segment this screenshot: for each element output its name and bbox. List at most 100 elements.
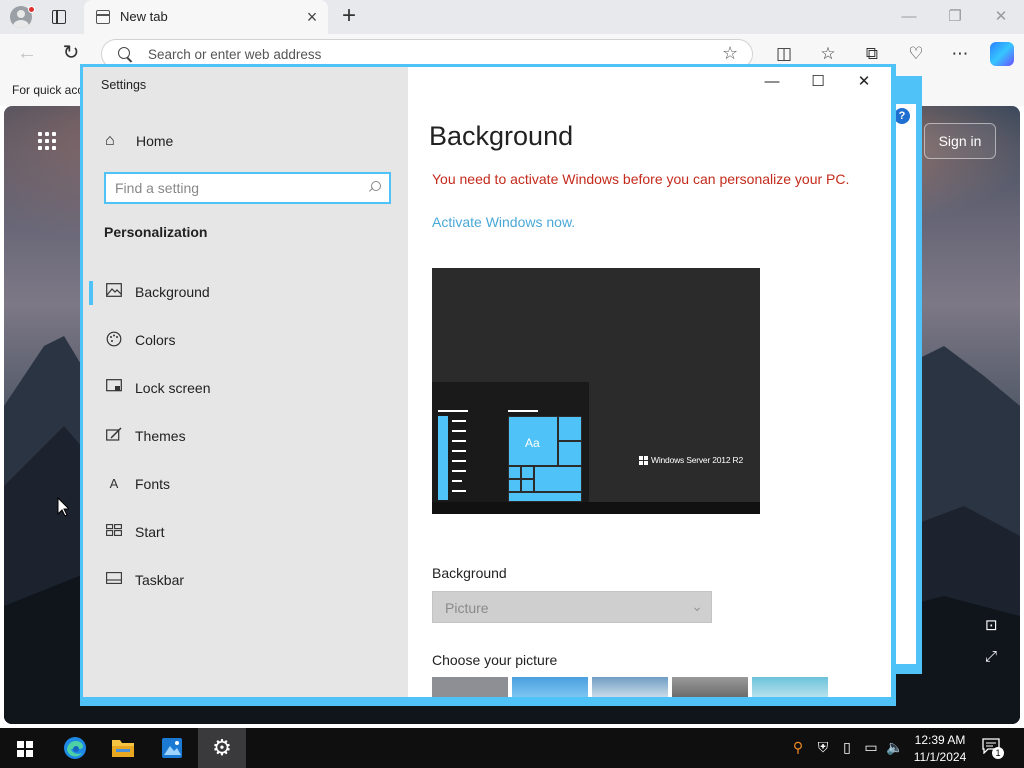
start-button[interactable]: [0, 728, 48, 768]
profile-notification-dot: [28, 6, 35, 13]
chevron-down-icon: ⌄: [691, 598, 703, 614]
dropdown-value: Picture: [445, 600, 489, 616]
nav-item-label: Themes: [135, 428, 186, 444]
address-input[interactable]: [148, 45, 688, 63]
apps-launcher-icon[interactable]: [38, 132, 58, 152]
collections-icon[interactable]: ⧉: [860, 42, 884, 66]
network-icon[interactable]: ▭: [862, 738, 880, 756]
clock-date[interactable]: 11/1/2024: [910, 750, 970, 764]
new-tab-page-icon: [96, 10, 110, 24]
picture-thumbnail[interactable]: [432, 677, 508, 697]
nav-item-colors[interactable]: Colors: [83, 321, 408, 361]
settings-minimize-icon[interactable]: —: [757, 71, 787, 93]
help-icon[interactable]: ?: [894, 108, 910, 124]
settings-content-pane: — ☐ ✕ Background You need to activate Wi…: [408, 67, 891, 697]
settings-window: Settings ⌂ Home Personalization Backgrou…: [80, 64, 896, 706]
favorites-icon[interactable]: ☆: [816, 42, 840, 66]
picture-thumbnail[interactable]: [752, 677, 828, 697]
notifications-button[interactable]: 1: [982, 738, 1004, 759]
browser-minimize-icon[interactable]: —: [898, 6, 920, 28]
taskbar-icon: [105, 571, 123, 589]
nav-item-label: Lock screen: [135, 380, 211, 396]
browser-tab-strip: New tab × + — ❐ ✕: [0, 0, 1024, 34]
settings-taskbar-button[interactable]: ⚙: [198, 728, 246, 768]
find-setting-input[interactable]: [115, 179, 360, 197]
mouse-cursor-icon: [57, 497, 69, 517]
preview-brand-text: Windows Server 2012 R2: [651, 455, 743, 465]
edge-taskbar-button[interactable]: [51, 728, 99, 768]
palette-icon: [105, 331, 123, 349]
find-setting-search[interactable]: [104, 172, 391, 204]
customize-background-icon[interactable]: ⊡: [985, 616, 998, 634]
preview-start-menu: Aa: [432, 382, 589, 504]
notification-count-badge: 1: [992, 747, 1004, 759]
nav-item-label: Fonts: [135, 476, 171, 492]
favorite-star-icon[interactable]: ☆: [722, 43, 738, 64]
start-tiles-icon: [105, 523, 123, 541]
copilot-icon[interactable]: [990, 42, 1014, 66]
font-icon: A: [109, 476, 119, 491]
section-title: Personalization: [104, 224, 208, 240]
nav-item-lock-screen[interactable]: Lock screen: [83, 369, 408, 409]
battery-icon[interactable]: ▯: [838, 738, 856, 756]
nav-item-fonts[interactable]: A Fonts: [83, 465, 408, 505]
split-screen-icon[interactable]: ◫: [772, 42, 796, 66]
edge-icon: [64, 737, 86, 759]
choose-picture-label: Choose your picture: [432, 652, 558, 668]
tab-actions-icon[interactable]: [50, 8, 68, 26]
photos-taskbar-button[interactable]: [148, 728, 196, 768]
tab-title: New tab: [120, 9, 168, 24]
favorites-bar-hint: For quick acc: [12, 83, 84, 97]
folder-icon: [112, 740, 134, 757]
picture-thumbnail[interactable]: [592, 677, 668, 697]
background-type-dropdown[interactable]: Picture ⌄: [432, 591, 712, 623]
nav-item-start[interactable]: Start: [83, 513, 408, 553]
preview-taskbar: [432, 502, 760, 514]
windows-start-icon: [17, 741, 33, 757]
more-menu-icon[interactable]: ⋯: [948, 42, 972, 66]
desktop-preview: Aa Windows Server 2012 R2: [432, 268, 760, 514]
windows-taskbar: ⚙ ⚲ ⛨ ▯ ▭ 🔈 12:39 AM 11/1/2024 1: [0, 728, 1024, 768]
back-icon[interactable]: ←: [16, 42, 38, 64]
browser-restore-icon[interactable]: ❐: [944, 6, 966, 28]
nav-item-background[interactable]: Background: [83, 273, 408, 313]
picture-thumbnail[interactable]: [512, 677, 588, 697]
background-type-label: Background: [432, 565, 507, 581]
home-label: Home: [136, 133, 174, 149]
settings-window-title: Settings: [101, 78, 147, 92]
activation-warning: You need to activate Windows before you …: [432, 171, 850, 187]
close-tab-icon[interactable]: ×: [303, 8, 321, 26]
picture-icon: [105, 283, 123, 301]
settings-home-item[interactable]: ⌂ Home: [83, 123, 408, 159]
search-icon: [369, 181, 381, 193]
settings-close-icon[interactable]: ✕: [849, 71, 879, 93]
nav-item-label: Taskbar: [135, 572, 185, 588]
file-explorer-taskbar-button[interactable]: [99, 728, 147, 768]
nav-item-label: Background: [135, 284, 210, 300]
home-icon: ⌂: [105, 132, 115, 149]
nav-item-label: Start: [135, 524, 165, 540]
lock-screen-icon: [105, 379, 123, 397]
security-shield-icon[interactable]: ⛨: [814, 738, 832, 756]
browser-essentials-icon[interactable]: ♡: [904, 42, 928, 66]
gear-icon: ⚙: [212, 735, 232, 760]
activate-windows-link[interactable]: Activate Windows now.: [432, 214, 575, 230]
browser-tab[interactable]: New tab ×: [84, 0, 328, 34]
search-tray-icon[interactable]: ⚲: [789, 738, 807, 756]
sign-in-button[interactable]: Sign in: [924, 123, 996, 159]
nav-item-themes[interactable]: Themes: [83, 417, 408, 457]
expand-icon[interactable]: ⤢: [985, 648, 997, 665]
photos-icon: [162, 738, 182, 758]
new-tab-button[interactable]: +: [338, 4, 360, 28]
page-title: Background: [429, 121, 574, 151]
clock-time[interactable]: 12:39 AM: [910, 733, 970, 747]
nav-item-taskbar[interactable]: Taskbar: [83, 561, 408, 601]
nav-item-label: Colors: [135, 332, 176, 348]
search-icon: [118, 47, 132, 61]
settings-maximize-icon[interactable]: ☐: [803, 71, 833, 93]
preview-aa-text: Aa: [525, 436, 540, 450]
browser-close-icon[interactable]: ✕: [990, 6, 1012, 28]
reload-icon[interactable]: ↻: [60, 42, 82, 64]
picture-thumbnail[interactable]: [672, 677, 748, 697]
volume-muted-icon[interactable]: 🔈: [886, 738, 904, 756]
